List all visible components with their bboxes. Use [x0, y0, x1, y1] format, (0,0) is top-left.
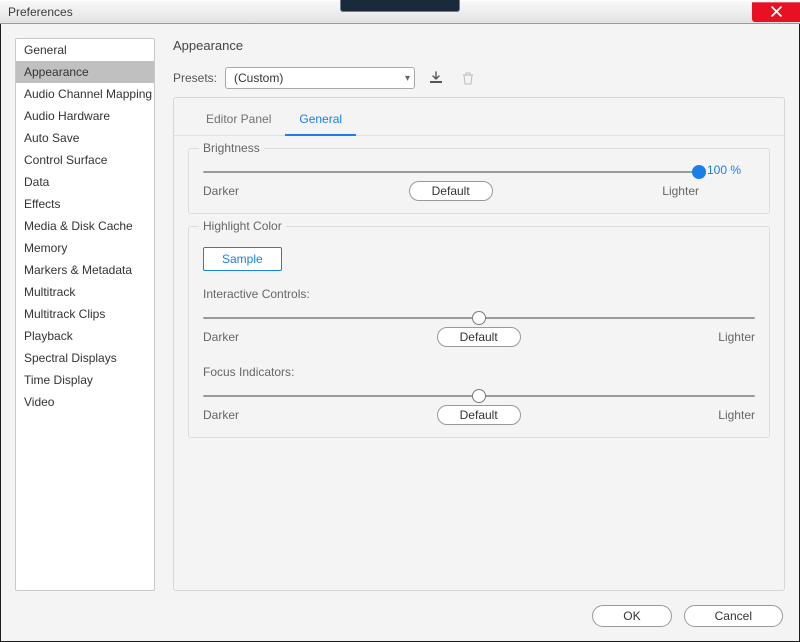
interactive-lighter-label: Lighter: [718, 330, 755, 344]
sidebar-item-time-display[interactable]: Time Display: [16, 369, 154, 391]
sidebar-item-multitrack-clips[interactable]: Multitrack Clips: [16, 303, 154, 325]
trash-icon: [462, 71, 474, 85]
cancel-button[interactable]: Cancel: [684, 605, 783, 627]
highlight-title: Highlight Color: [199, 219, 286, 233]
titlebar: Preferences: [0, 0, 800, 24]
sidebar-item-multitrack[interactable]: Multitrack: [16, 281, 154, 303]
sidebar-item-markers-metadata[interactable]: Markers & Metadata: [16, 259, 154, 281]
sidebar-item-effects[interactable]: Effects: [16, 193, 154, 215]
close-icon: [771, 6, 782, 17]
presets-value: (Custom): [234, 71, 283, 85]
window-body: GeneralAppearanceAudio Channel MappingAu…: [0, 24, 800, 642]
ok-button[interactable]: OK: [592, 605, 671, 627]
focus-default-button[interactable]: Default: [437, 405, 521, 425]
interactive-default-button[interactable]: Default: [437, 327, 521, 347]
brightness-lighter-label: Lighter: [662, 184, 699, 198]
focus-labels: Darker Default Lighter: [203, 405, 755, 425]
brightness-title: Brightness: [199, 141, 264, 155]
interactive-slider-knob[interactable]: [472, 311, 486, 325]
brightness-darker-label: Darker: [203, 184, 239, 198]
appearance-tabs: Editor Panel General Brightness 100 % Da…: [173, 97, 785, 591]
sidebar-item-audio-hardware[interactable]: Audio Hardware: [16, 105, 154, 127]
tab-general[interactable]: General: [285, 106, 356, 136]
save-preset-icon: [428, 71, 444, 85]
sidebar-item-spectral-displays[interactable]: Spectral Displays: [16, 347, 154, 369]
delete-preset-button: [457, 69, 479, 87]
focus-slider-knob[interactable]: [472, 389, 486, 403]
sample-button[interactable]: Sample: [203, 247, 282, 271]
sidebar-item-media-disk-cache[interactable]: Media & Disk Cache: [16, 215, 154, 237]
dialog-footer: OK Cancel: [1, 595, 799, 641]
tab-editor-panel[interactable]: Editor Panel: [192, 106, 285, 135]
brightness-slider-knob[interactable]: [692, 165, 706, 179]
brightness-default-button[interactable]: Default: [409, 181, 493, 201]
sidebar-item-memory[interactable]: Memory: [16, 237, 154, 259]
sidebar-item-control-surface[interactable]: Control Surface: [16, 149, 154, 171]
highlight-group: Highlight Color Sample Interactive Contr…: [188, 226, 770, 438]
content-panel: Appearance Presets: (Custom) ▾: [173, 38, 785, 591]
focus-indicators-title: Focus Indicators:: [203, 365, 755, 379]
interactive-labels: Darker Default Lighter: [203, 327, 755, 347]
sidebar-item-general[interactable]: General: [16, 39, 154, 61]
page-title: Appearance: [173, 38, 785, 53]
brightness-labels: Darker Default Lighter: [203, 181, 699, 201]
sidebar-item-playback[interactable]: Playback: [16, 325, 154, 347]
focus-slider[interactable]: [203, 395, 755, 397]
sidebar-item-audio-channel-mapping[interactable]: Audio Channel Mapping: [16, 83, 154, 105]
chevron-down-icon: ▾: [405, 73, 410, 84]
focus-lighter-label: Lighter: [718, 408, 755, 422]
titlebar-decoration: [285, 0, 515, 14]
sidebar-item-appearance[interactable]: Appearance: [16, 61, 154, 83]
interactive-controls-title: Interactive Controls:: [203, 287, 755, 301]
close-button[interactable]: [752, 2, 800, 22]
window-title: Preferences: [8, 5, 73, 19]
sidebar-item-video[interactable]: Video: [16, 391, 154, 413]
brightness-slider[interactable]: 100 %: [203, 171, 699, 173]
sidebar-item-auto-save[interactable]: Auto Save: [16, 127, 154, 149]
presets-label: Presets:: [173, 71, 217, 85]
preferences-sidebar: GeneralAppearanceAudio Channel MappingAu…: [15, 38, 155, 591]
presets-dropdown[interactable]: (Custom) ▾: [225, 67, 415, 89]
tab-headers: Editor Panel General: [174, 98, 784, 136]
sidebar-item-data[interactable]: Data: [16, 171, 154, 193]
presets-row: Presets: (Custom) ▾: [173, 67, 785, 89]
brightness-value: 100 %: [707, 163, 741, 177]
main-area: GeneralAppearanceAudio Channel MappingAu…: [1, 24, 799, 595]
interactive-slider[interactable]: [203, 317, 755, 319]
brightness-group: Brightness 100 % Darker Default Lighter: [188, 148, 770, 214]
interactive-darker-label: Darker: [203, 330, 239, 344]
focus-darker-label: Darker: [203, 408, 239, 422]
save-preset-button[interactable]: [425, 69, 447, 87]
